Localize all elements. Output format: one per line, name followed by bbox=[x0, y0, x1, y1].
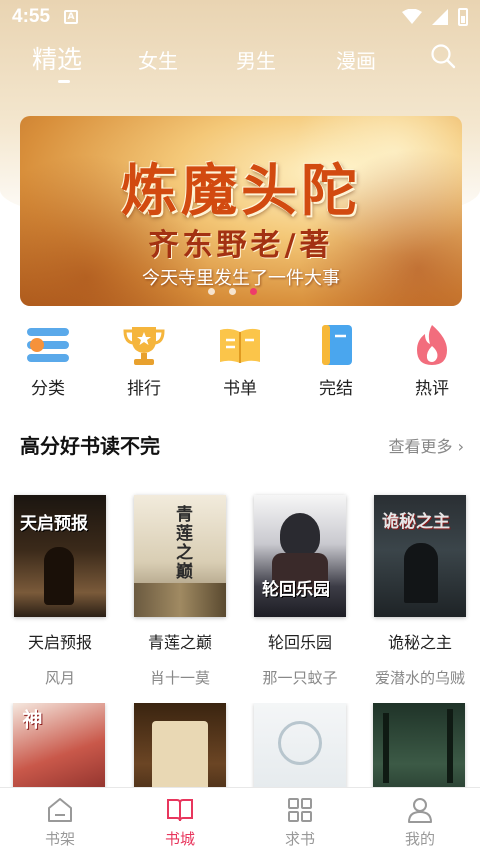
cover-emblem bbox=[278, 721, 322, 765]
cover-bamboo bbox=[447, 709, 453, 783]
nav-label: 我的 bbox=[404, 830, 435, 848]
finished-book-icon bbox=[322, 325, 352, 365]
quick-nav-label: 分类 bbox=[31, 379, 65, 399]
book-cover-title: 青莲之巅 bbox=[172, 505, 192, 581]
signal-icon bbox=[432, 9, 448, 25]
section-title: 高分好书读不完 bbox=[20, 434, 160, 458]
book-cover: 轮回乐园 bbox=[254, 495, 346, 617]
book-cover[interactable]: 神 bbox=[13, 703, 105, 787]
book-cover: 天启预报 bbox=[14, 495, 106, 617]
active-tab-indicator bbox=[58, 80, 70, 83]
book-author: 风月 bbox=[44, 669, 75, 687]
book-grid-row-2: 神 bbox=[0, 703, 480, 787]
trophy-icon bbox=[123, 327, 165, 365]
see-more-link[interactable]: 查看更多 › bbox=[389, 433, 465, 457]
flame-icon bbox=[417, 325, 447, 365]
tab-featured[interactable]: 精选 bbox=[32, 40, 82, 76]
carousel-dot[interactable] bbox=[229, 288, 236, 295]
quick-nav-category[interactable]: 分类 bbox=[13, 322, 83, 399]
bottom-navigation: 书架 书城 求书 我的 bbox=[0, 787, 480, 853]
book-cover-title: 诡秘之主 bbox=[382, 512, 450, 532]
book-cover[interactable] bbox=[373, 703, 465, 787]
status-indicators bbox=[402, 8, 468, 26]
book-cover: 诡秘之主 bbox=[374, 495, 466, 617]
nav-label: 求书 bbox=[284, 830, 315, 848]
status-bar: 4:55 A bbox=[0, 0, 480, 34]
carousel-dots bbox=[208, 288, 257, 295]
book-card[interactable]: 轮回乐园 轮回乐园 那一只蚊子 bbox=[253, 495, 347, 688]
quick-nav-finished[interactable]: 完结 bbox=[301, 322, 371, 399]
banner-tagline: 今天寺里发生了一件大事 bbox=[142, 268, 340, 289]
quick-nav: 分类 排行 书单 完结 热评 bbox=[0, 322, 480, 402]
cover-artwork-glyph: 神 bbox=[19, 709, 43, 729]
nav-profile[interactable]: 我的 bbox=[380, 796, 460, 849]
profile-icon bbox=[408, 798, 432, 823]
book-card[interactable]: 诡秘之主 诡秘之主 爱潜水的乌贼 bbox=[373, 495, 467, 688]
quick-nav-label: 热评 bbox=[415, 379, 449, 399]
wifi-icon bbox=[402, 9, 422, 24]
notification-a-icon: A bbox=[64, 10, 79, 24]
carousel-dot-active[interactable] bbox=[250, 288, 257, 295]
open-book-icon bbox=[220, 328, 260, 363]
book-cover[interactable] bbox=[254, 703, 346, 787]
cover-figure bbox=[404, 543, 438, 603]
book-author: 爱潜水的乌贼 bbox=[374, 669, 465, 687]
book-title: 青莲之巅 bbox=[147, 633, 212, 652]
quick-nav-label: 排行 bbox=[127, 379, 161, 399]
nav-bookstore[interactable]: 书城 bbox=[140, 796, 220, 849]
tab-comics[interactable]: 漫画 bbox=[336, 45, 376, 74]
bookstore-icon bbox=[167, 799, 193, 822]
banner-author: 齐东野老/著 bbox=[148, 228, 334, 263]
book-card[interactable]: 青莲之巅 青莲之巅 肖十一莫 bbox=[133, 495, 227, 688]
search-icon[interactable] bbox=[430, 43, 456, 69]
book-title: 天启预报 bbox=[27, 633, 92, 652]
category-icon bbox=[27, 328, 69, 362]
banner-title: 炼魔头陀 bbox=[121, 158, 361, 224]
bookshelf-icon bbox=[48, 798, 72, 822]
cover-figure bbox=[280, 513, 320, 557]
book-author: 那一只蚊子 bbox=[262, 669, 338, 687]
nav-request-book[interactable]: 求书 bbox=[260, 796, 340, 849]
tab-male[interactable]: 男生 bbox=[236, 45, 276, 74]
nav-bookshelf[interactable]: 书架 bbox=[20, 796, 100, 849]
promo-banner[interactable]: 炼魔头陀 齐东野老/著 今天寺里发生了一件大事 bbox=[20, 116, 462, 306]
grid-icon bbox=[288, 798, 312, 822]
status-time: 4:55 bbox=[12, 6, 51, 27]
tab-female[interactable]: 女生 bbox=[138, 45, 178, 74]
book-cover[interactable] bbox=[134, 703, 226, 787]
book-title: 诡秘之主 bbox=[387, 633, 452, 652]
book-cover-title: 轮回乐园 bbox=[262, 580, 330, 600]
nav-label: 书架 bbox=[44, 830, 75, 848]
book-title: 轮回乐园 bbox=[267, 633, 332, 652]
book-card[interactable]: 天启预报 天启预报 风月 bbox=[13, 495, 107, 688]
book-cover: 青莲之巅 bbox=[134, 495, 226, 617]
carousel-dot[interactable] bbox=[208, 288, 215, 295]
cover-bamboo bbox=[383, 713, 389, 783]
cover-mountains bbox=[134, 583, 226, 617]
quick-nav-ranking[interactable]: 排行 bbox=[109, 322, 179, 399]
battery-icon bbox=[458, 8, 468, 26]
nav-label: 书城 bbox=[164, 830, 195, 848]
cover-scroll bbox=[152, 721, 208, 787]
cover-figure bbox=[44, 547, 74, 605]
book-author: 肖十一莫 bbox=[149, 669, 210, 687]
quick-nav-hot-reviews[interactable]: 热评 bbox=[397, 322, 467, 399]
quick-nav-label: 书单 bbox=[223, 379, 257, 399]
book-cover-title: 天启预报 bbox=[20, 514, 88, 534]
quick-nav-booklist[interactable]: 书单 bbox=[205, 322, 275, 399]
quick-nav-label: 完结 bbox=[319, 379, 353, 399]
